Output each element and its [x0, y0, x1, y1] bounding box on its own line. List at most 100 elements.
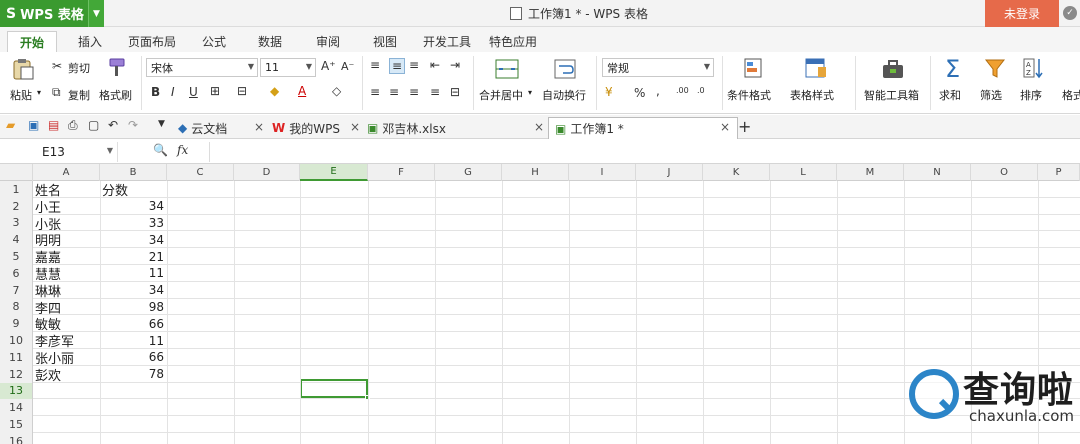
score-cell[interactable]: 66 — [100, 315, 166, 332]
name-cell[interactable]: 张小丽 — [35, 349, 74, 367]
smart-toolbox-button[interactable]: 智能工具箱 — [864, 87, 919, 103]
close-icon[interactable]: × — [534, 120, 544, 134]
thousands-button[interactable]: , — [656, 84, 660, 98]
tab-view[interactable]: 视图 — [365, 31, 405, 52]
row-header[interactable]: 16 — [0, 433, 33, 444]
tab-cloud-docs[interactable]: ◆ 云文档 — [178, 117, 227, 139]
name-box[interactable]: E13 ▼ — [2, 142, 118, 162]
wps-app-button[interactable]: S WPS 表格 — [0, 0, 88, 27]
format-painter-icon[interactable] — [104, 57, 128, 79]
row-header[interactable]: 8 — [0, 298, 33, 316]
print-preview-icon[interactable]: ▢ — [88, 118, 99, 132]
select-all-corner[interactable] — [0, 164, 33, 181]
name-cell[interactable]: 明明 — [35, 231, 61, 249]
decrease-font-icon[interactable]: A⁻ — [341, 60, 354, 73]
row-header[interactable]: 2 — [0, 197, 33, 215]
save-icon[interactable]: ▣ — [28, 118, 39, 132]
score-cell[interactable]: 78 — [100, 366, 166, 383]
score-cell[interactable]: 98 — [100, 299, 166, 316]
score-cell[interactable]: 66 — [100, 349, 166, 366]
format-painter-button[interactable]: 格式刷 — [99, 87, 132, 103]
close-icon[interactable]: × — [720, 120, 730, 134]
name-cell[interactable]: 琳琳 — [35, 282, 61, 300]
justify-icon[interactable]: ≡ — [430, 85, 440, 99]
close-icon[interactable]: × — [350, 120, 360, 134]
filter-button[interactable]: 筛选 — [980, 87, 1002, 103]
copy-button[interactable]: 复制 — [68, 87, 90, 103]
table-style-icon[interactable] — [804, 57, 828, 79]
merge-dropdown-icon[interactable]: ▾ — [528, 88, 532, 97]
login-button[interactable]: 未登录 — [985, 0, 1059, 27]
bold-button[interactable]: B — [151, 85, 160, 99]
redo-icon[interactable]: ↷ — [128, 118, 138, 132]
paste-button[interactable]: 粘贴 — [10, 87, 32, 103]
row-header[interactable]: 7 — [0, 281, 33, 299]
tab-special[interactable]: 特色应用 — [484, 31, 542, 52]
cut-button[interactable]: 剪切 — [68, 60, 90, 76]
align-left-icon[interactable]: ≡ — [370, 85, 380, 99]
increase-decimal-button[interactable]: .00 — [676, 86, 689, 95]
decrease-indent-icon[interactable]: ⇤ — [430, 58, 440, 72]
close-icon[interactable]: × — [254, 120, 264, 134]
row-header[interactable]: 3 — [0, 214, 33, 232]
conditional-format-icon[interactable] — [742, 57, 766, 79]
selected-cell[interactable] — [300, 379, 370, 400]
paste-icon[interactable] — [11, 58, 35, 80]
merge-center-icon[interactable] — [495, 58, 519, 80]
row-header[interactable]: 9 — [0, 315, 33, 333]
row-header[interactable]: 15 — [0, 416, 33, 433]
column-header[interactable]: P — [1038, 164, 1080, 181]
score-cell[interactable]: 11 — [100, 265, 166, 282]
borders-icon[interactable]: ⊞ — [210, 84, 220, 98]
italic-button[interactable]: I — [171, 85, 175, 99]
increase-font-icon[interactable]: A⁺ — [321, 59, 336, 73]
column-header[interactable]: C — [167, 164, 234, 181]
currency-icon[interactable]: ¥ — [605, 85, 613, 99]
underline-button[interactable]: U — [189, 85, 198, 99]
column-header[interactable]: H — [502, 164, 569, 181]
number-format-select[interactable]: 常规 ▼ — [602, 58, 714, 77]
row-header[interactable]: 11 — [0, 349, 33, 366]
insert-function-button[interactable]: fx — [177, 143, 188, 157]
sort-button[interactable]: 排序 — [1020, 87, 1042, 103]
tab-my-wps[interactable]: W 我的WPS — [272, 117, 340, 139]
percent-button[interactable]: % — [634, 86, 645, 100]
column-header[interactable]: F — [368, 164, 435, 181]
column-header[interactable]: J — [636, 164, 703, 181]
decrease-decimal-icon[interactable]: .0 — [697, 86, 705, 95]
column-header[interactable]: B — [100, 164, 167, 181]
app-menu-dropdown-icon[interactable]: ▼ — [88, 0, 104, 27]
tab-data[interactable]: 数据 — [250, 31, 290, 52]
distributed-icon[interactable]: ⊟ — [450, 85, 460, 99]
filter-icon[interactable] — [984, 58, 1008, 80]
font-color-icon[interactable]: A — [298, 84, 306, 98]
row-header[interactable]: 5 — [0, 248, 33, 265]
column-header[interactable]: I — [569, 164, 636, 181]
tab-workbook[interactable]: ▣ 工作簿1 * — [548, 117, 738, 139]
zoom-search-icon[interactable]: 🔍 — [153, 143, 168, 157]
sort-icon[interactable]: A Z — [1022, 57, 1046, 79]
column-header[interactable]: N — [904, 164, 971, 181]
merge-center-button[interactable]: 合并居中 — [479, 87, 523, 103]
new-tab-button[interactable]: + — [738, 117, 751, 136]
column-header[interactable]: K — [703, 164, 770, 181]
name-cell[interactable]: 李四 — [35, 299, 61, 317]
column-header[interactable]: G — [435, 164, 502, 181]
row-header[interactable]: 6 — [0, 265, 33, 282]
open-folder-icon[interactable]: ▰ — [6, 118, 15, 132]
column-header[interactable]: A — [33, 164, 100, 181]
tab-developer[interactable]: 开发工具 — [418, 31, 476, 52]
score-cell[interactable]: 34 — [100, 282, 166, 299]
row-header[interactable]: 10 — [0, 332, 33, 349]
name-cell[interactable]: 嘉嘉 — [35, 248, 61, 266]
fill-color-icon[interactable]: ◆ — [270, 84, 279, 98]
column-header[interactable]: E — [300, 164, 368, 181]
align-middle-icon[interactable]: ≡ — [389, 58, 406, 74]
align-right-icon[interactable]: ≡ — [409, 85, 419, 99]
row-header[interactable]: 12 — [0, 365, 33, 383]
toolbox-icon[interactable] — [881, 58, 905, 80]
name-cell[interactable]: 敏敏 — [35, 315, 61, 333]
column-header[interactable]: M — [837, 164, 904, 181]
score-cell[interactable]: 33 — [100, 215, 166, 232]
row-header[interactable]: 1 — [0, 181, 33, 198]
